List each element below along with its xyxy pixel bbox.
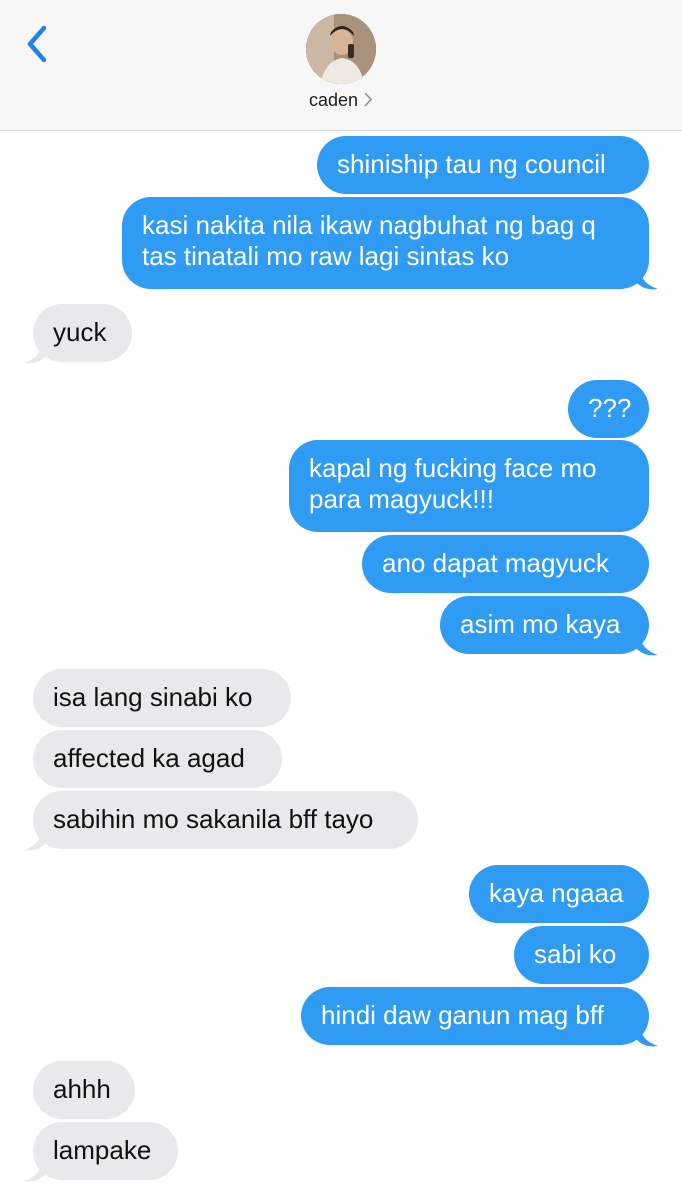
message-text: ano dapat magyuck <box>382 548 609 578</box>
bubble-tail <box>24 1162 46 1182</box>
contact-name-button[interactable]: caden <box>0 90 682 112</box>
message-bubble-received[interactable]: isa lang sinabi ko <box>33 669 291 727</box>
message-bubble-sent[interactable]: shiniship tau ng council <box>317 136 649 194</box>
contact-name: caden <box>308 90 359 110</box>
message-text: ??? <box>588 393 632 423</box>
message-text: sabi ko <box>534 939 617 969</box>
conversation-header: caden <box>0 0 682 131</box>
message-bubble-received[interactable]: ahhh <box>33 1061 135 1119</box>
message-text: yuck <box>53 317 107 347</box>
message-text: lampake <box>53 1135 152 1165</box>
avatar-photo <box>306 14 376 84</box>
message-bubble-sent[interactable]: kaya ngaaa <box>469 865 649 923</box>
message-bubble-received[interactable]: lampake <box>33 1122 178 1180</box>
message-text: kaya ngaaa <box>489 878 624 908</box>
message-text: kapal ng fucking face mo para magyuck!!! <box>309 453 597 514</box>
message-bubble-sent[interactable]: kasi nakita nila ikaw nagbuhat ng bag q … <box>122 197 649 289</box>
contact-avatar[interactable] <box>306 14 376 84</box>
bubble-tail <box>636 1027 658 1047</box>
bubble-tail <box>24 344 46 364</box>
message-text: ahhh <box>53 1074 111 1104</box>
message-text: kasi nakita nila ikaw nagbuhat ng bag q … <box>142 210 596 271</box>
back-button[interactable] <box>22 22 56 66</box>
message-bubble-sent[interactable]: kapal ng fucking face mo para magyuck!!! <box>289 440 649 532</box>
message-bubble-received[interactable]: sabihin mo sakanila bff tayo <box>33 791 418 849</box>
message-text: shiniship tau ng council <box>337 149 606 179</box>
message-bubble-sent[interactable]: ano dapat magyuck <box>362 535 649 593</box>
chevron-right-icon <box>364 91 373 112</box>
bubble-tail <box>636 270 658 290</box>
message-bubble-received[interactable]: yuck <box>33 304 132 362</box>
message-text: affected ka agad <box>53 743 245 773</box>
message-text: isa lang sinabi ko <box>53 682 253 712</box>
message-text: hindi daw ganun mag bff <box>321 1000 604 1030</box>
message-bubble-received[interactable]: affected ka agad <box>33 730 282 788</box>
message-text: asim mo kaya <box>460 609 621 639</box>
message-bubble-sent[interactable]: hindi daw ganun mag bff <box>301 987 649 1045</box>
message-bubble-sent[interactable]: sabi ko <box>514 926 649 984</box>
message-text: sabihin mo sakanila bff tayo <box>53 804 374 834</box>
chevron-left-icon <box>27 25 47 63</box>
bubble-tail <box>24 831 46 851</box>
message-bubble-sent[interactable]: ??? <box>568 380 649 438</box>
message-bubble-sent[interactable]: asim mo kaya <box>440 596 649 654</box>
bubble-tail <box>636 636 658 656</box>
